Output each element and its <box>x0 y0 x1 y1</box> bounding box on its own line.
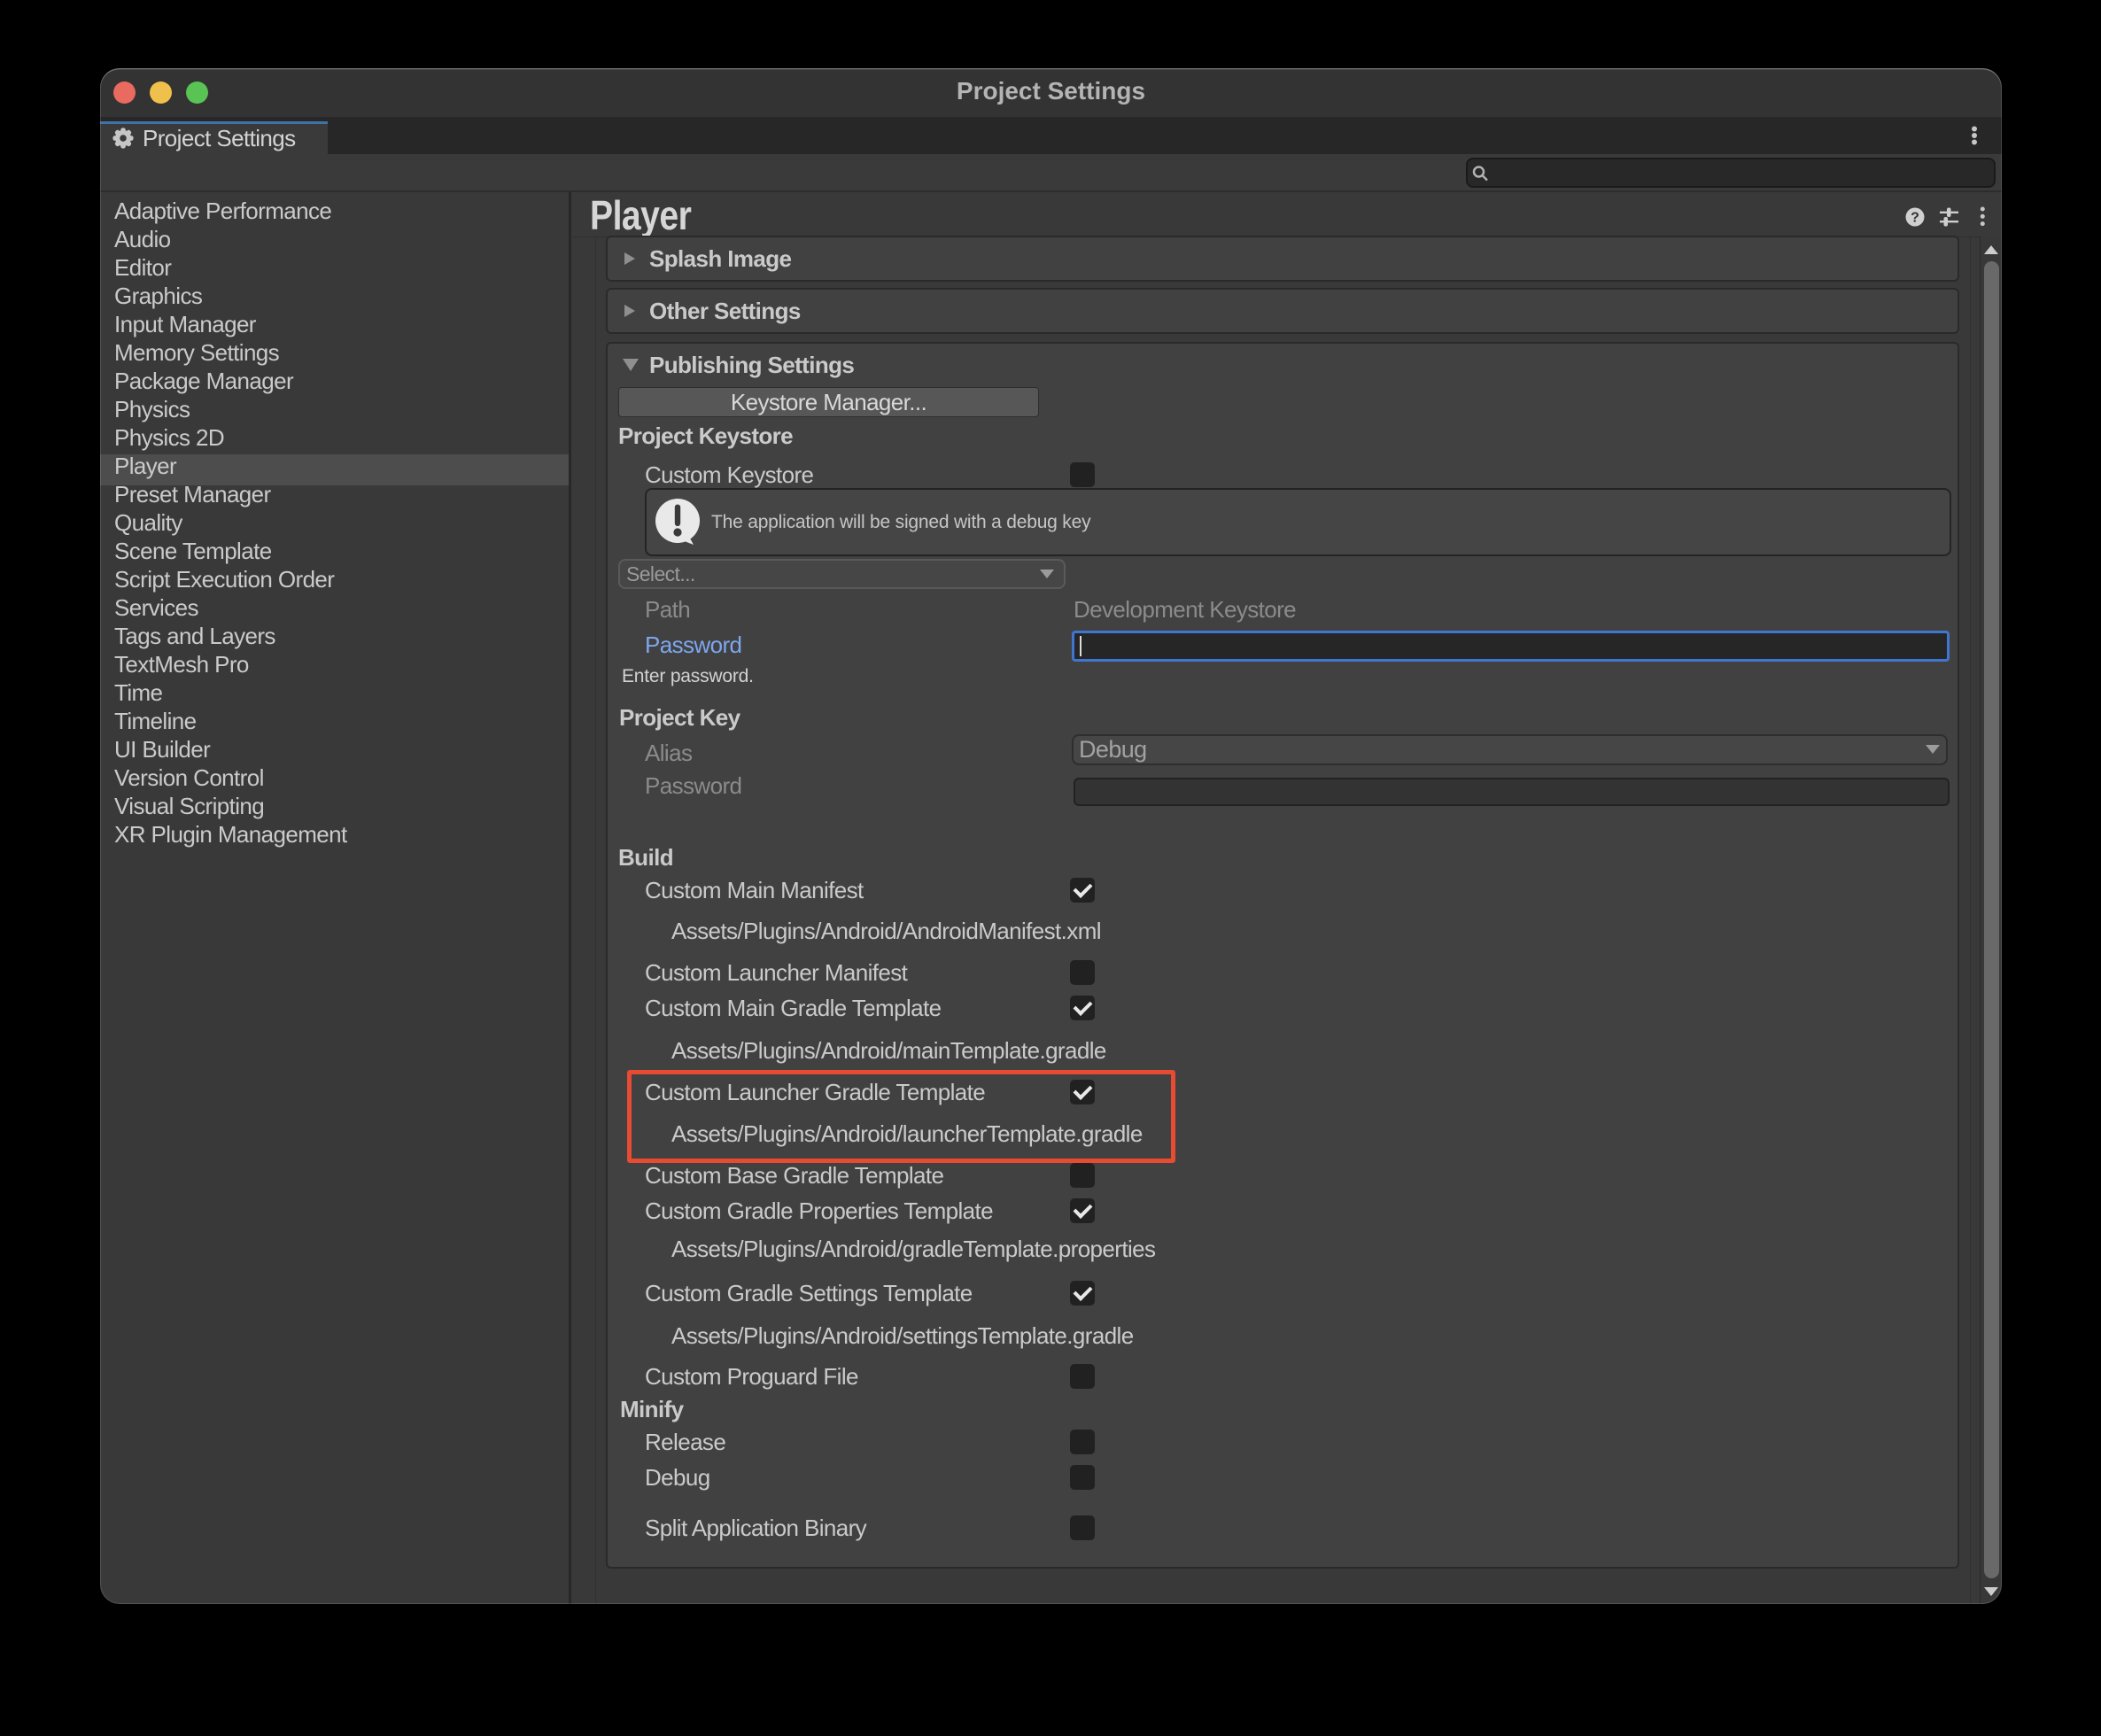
svg-text:?: ? <box>1911 211 1919 226</box>
